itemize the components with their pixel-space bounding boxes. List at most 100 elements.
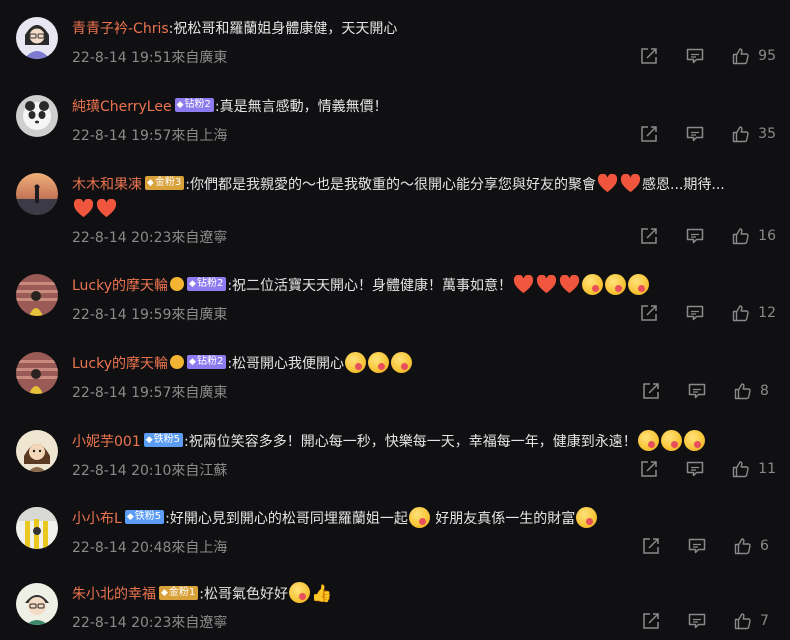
share-icon[interactable]	[640, 125, 658, 143]
comment-content: Lucky的摩天輪 ◆钻粉2:祝二位活寶天天開心！身體健康！萬事如意！	[72, 273, 776, 299]
username[interactable]: 純璜CherryLee	[72, 99, 172, 115]
username[interactable]: 小小布L	[72, 511, 122, 527]
comment-icon[interactable]	[686, 47, 704, 65]
comment-content: 朱小北的幸福 ◆金粉1:松哥氣色好好 👍	[72, 582, 776, 608]
like-count: 16	[758, 228, 776, 244]
comment-content: Lucky的摩天輪 ◆钻粉2:松哥開心我便開心	[72, 351, 776, 377]
share-icon[interactable]	[642, 537, 660, 555]
fan-badge: ◆钻粉2	[174, 98, 214, 112]
username[interactable]: 小妮芋001	[72, 434, 141, 450]
comment-content: 青青子衿-Chris:祝松哥和羅蘭姐身體康健，天天開心	[72, 17, 776, 42]
like-count: 8	[760, 383, 769, 399]
comment-actions: 35	[640, 124, 776, 144]
comment-meta: 22-8-14 19:51來自廣東	[72, 50, 228, 66]
comment-meta: 22-8-14 19:59來自廣東	[72, 307, 228, 323]
thumbs-up-emoji: 👍	[311, 584, 333, 604]
thumbs-up-icon[interactable]	[732, 47, 750, 65]
hugging-face-emoji	[408, 506, 430, 528]
kissing-face-emoji	[582, 273, 604, 295]
comment-actions: 6	[642, 536, 776, 556]
like-count: 6	[760, 538, 769, 554]
username[interactable]: 朱小北的幸福	[72, 587, 156, 603]
thumbs-up-icon[interactable]	[734, 537, 752, 555]
comment-icon[interactable]	[688, 612, 706, 630]
thumbs-up-icon[interactable]	[732, 227, 750, 245]
kissing-face-emoji	[683, 429, 705, 451]
kissing-face-emoji	[345, 351, 367, 373]
username[interactable]: Lucky的摩天輪	[72, 278, 168, 294]
share-icon[interactable]	[642, 612, 660, 630]
hugging-face-emoji	[289, 582, 311, 603]
share-icon[interactable]	[640, 47, 658, 65]
username[interactable]: 青青子衿-Chris	[72, 21, 169, 37]
thumbs-up-icon[interactable]	[732, 460, 750, 478]
diamond-icon: ◆	[189, 279, 196, 289]
red-heart-emoji	[536, 274, 557, 293]
red-heart-emoji	[597, 173, 618, 192]
diamond-icon: ◆	[147, 178, 154, 188]
red-heart-emoji	[513, 274, 534, 293]
fan-badge: ◆铁粉5	[124, 510, 165, 524]
thumbs-up-icon[interactable]	[732, 125, 750, 143]
avatar[interactable]	[16, 507, 58, 549]
comment-meta: 22-8-14 19:57來自廣東	[72, 385, 228, 401]
comment-actions: 12	[640, 303, 776, 323]
fan-badge: ◆钻粉2	[187, 355, 227, 369]
red-heart-emoji	[620, 173, 641, 192]
kissing-face-emoji	[637, 429, 659, 451]
diamond-icon: ◆	[176, 100, 184, 110]
comment-text-tail: 好朋友真係一生的財富	[430, 511, 576, 527]
thumbs-up-icon[interactable]	[734, 382, 752, 400]
share-icon[interactable]	[640, 227, 658, 245]
comment-content: 小小布L ◆铁粉5:好開心見到開心的松哥同埋羅蘭姐一起 好朋友真係一生的財富	[72, 506, 776, 532]
diamond-icon: ◆	[161, 587, 168, 598]
thumbs-up-icon[interactable]	[732, 304, 750, 322]
like-count: 11	[758, 461, 776, 477]
avatar[interactable]	[16, 17, 58, 59]
comment-actions: 8	[642, 381, 776, 401]
comment-text: :祝松哥和羅蘭姐身體康健，天天開心	[168, 21, 398, 37]
share-icon[interactable]	[642, 382, 660, 400]
avatar[interactable]	[16, 583, 58, 625]
like-count: 35	[758, 126, 776, 142]
comment-actions: 16	[640, 226, 776, 246]
comment-icon[interactable]	[686, 227, 704, 245]
username[interactable]: Lucky的摩天輪	[72, 356, 168, 372]
avatar[interactable]	[16, 95, 58, 137]
kissing-face-emoji	[576, 506, 598, 528]
kissing-face-emoji	[368, 351, 390, 373]
avatar[interactable]	[16, 173, 58, 215]
comment-text: :好開心見到開心的松哥同埋羅蘭姐一起	[165, 511, 408, 527]
comment-icon[interactable]	[686, 304, 704, 322]
red-heart-emoji	[73, 198, 94, 217]
comment-icon[interactable]	[686, 125, 704, 143]
crown-icon	[170, 277, 185, 291]
comment-text-tail: 感恩...期待...	[642, 177, 725, 193]
diamond-icon: ◆	[145, 435, 153, 445]
avatar[interactable]	[16, 430, 58, 472]
comment-text: :真是無言感動，情義無價！	[214, 99, 388, 115]
share-icon[interactable]	[640, 304, 658, 322]
comment-text: :祝二位活寶天天開心！身體健康！萬事如意！	[227, 278, 513, 294]
avatar[interactable]	[16, 274, 58, 316]
comment-meta: 22-8-14 20:48來自上海	[72, 540, 228, 556]
comment-list: 青青子衿-Chris:祝松哥和羅蘭姐身體康健，天天開心 22-8-14 19:5…	[0, 0, 790, 640]
username[interactable]: 木木和果凍	[72, 177, 142, 193]
comment-icon[interactable]	[688, 537, 706, 555]
kissing-face-emoji	[628, 273, 650, 295]
comment-text: :你們都是我親愛的～也是我敬重的～很開心能分享您與好友的聚會	[185, 177, 597, 193]
comment-content: 木木和果凍 ◆金粉3:你們都是我親愛的～也是我敬重的～很開心能分享您與好友的聚會 感…	[72, 173, 776, 223]
like-count: 95	[758, 48, 776, 64]
share-icon[interactable]	[640, 460, 658, 478]
comment-meta: 22-8-14 20:10來自江蘇	[72, 463, 228, 479]
comment-icon[interactable]	[686, 460, 704, 478]
avatar[interactable]	[16, 352, 58, 394]
red-heart-emoji	[96, 198, 117, 217]
comment-meta: 22-8-14 19:57來自上海	[72, 128, 228, 144]
thumbs-up-icon[interactable]	[734, 612, 752, 630]
like-count: 7	[760, 613, 769, 629]
comment-actions: 11	[640, 459, 776, 479]
comment-text: :松哥氣色好好	[199, 586, 289, 603]
comment-icon[interactable]	[688, 382, 706, 400]
kissing-face-emoji	[391, 351, 413, 373]
